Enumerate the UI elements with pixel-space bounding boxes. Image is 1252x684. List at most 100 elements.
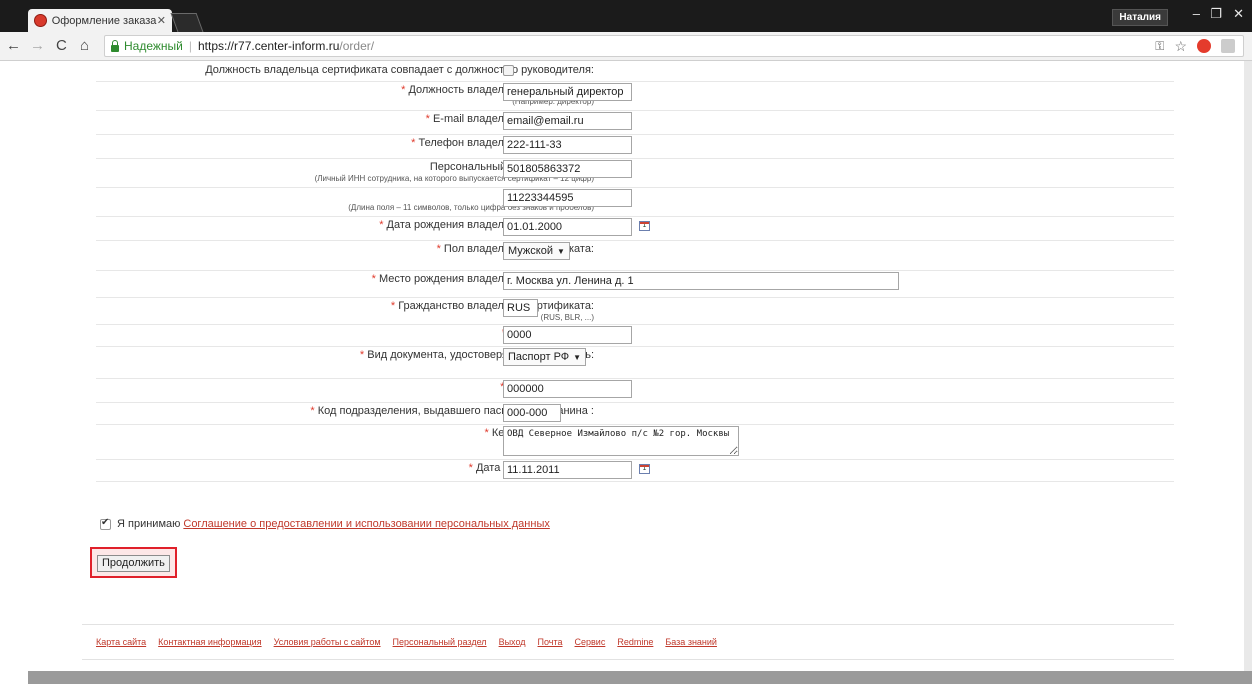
required-mark: * [484,427,489,439]
inn-input[interactable] [503,160,632,178]
same-position-checkbox[interactable] [503,65,514,76]
window-shadow [28,671,1252,684]
minimize-icon[interactable]: – [1193,6,1200,21]
omnibox-actions: ⚿ ☆ [1155,38,1243,55]
new-tab-button[interactable] [170,13,204,32]
value-birthplace [503,272,899,290]
required-mark: * [379,219,384,231]
label-same-position: Должность владельца сертификата совпадае… [205,64,594,77]
close-window-icon[interactable]: ✕ [1233,6,1244,22]
title-bar: Оформление заказа. Эл ✕ Наталия – ❐ ✕ [0,0,1252,32]
value-position [503,83,632,101]
form-row-birthdate: * Дата рождения владельца сертификата:1 [96,216,1174,241]
profile-button[interactable]: Наталия [1112,9,1168,26]
division-code-input[interactable] [503,404,561,422]
passport-series-input[interactable] [503,326,632,344]
issued-by-textarea[interactable]: ОВД Северное Измайлово п/с №2 гор. Москв… [503,426,739,456]
label-text: Гражданство владельца сертификата: [398,300,594,312]
form-row-doc-type: * Вид документа, удостоверяющего личност… [96,346,1174,379]
forward-icon[interactable]: → [30,37,45,54]
citizenship-input[interactable] [503,299,538,317]
label-hint: (RUS, BLR, ...) [540,313,594,322]
gender-select[interactable]: Мужской ▼ [503,242,570,260]
snils-input[interactable] [503,189,632,207]
address-bar[interactable]: Надежный | https://r77.center-inform.ru /… [104,35,1244,57]
value-issue-date: 1 [503,461,650,479]
doc-type-select[interactable]: Паспорт РФ ▼ [503,348,587,366]
value-inn [503,160,632,178]
required-mark: * [401,84,406,96]
calendar-icon[interactable]: 1 [639,221,650,231]
agreement-link[interactable]: Соглашение о предоставлении и использова… [183,518,549,530]
value-birthdate: 1 [503,218,650,236]
footer-link[interactable]: Персональный раздел [393,637,487,647]
footer-link[interactable]: Выход [499,637,526,647]
passport-number-input[interactable] [503,380,632,398]
required-mark: * [468,462,473,474]
form-row-issued-by: * Кем выдан паспорт:ОВД Северное Измайло… [96,424,1174,460]
footer-link[interactable]: База знаний [665,637,717,647]
value-snils [503,189,632,207]
label-text: Должность владельца сертификата совпадае… [205,64,594,76]
agreement-checkbox[interactable] [100,517,111,530]
chevron-down-icon: ▼ [556,247,565,256]
key-icon[interactable]: ⚿ [1155,39,1164,54]
footer-link[interactable]: Сервис [575,637,606,647]
calendar-icon[interactable]: 1 [639,464,650,474]
form-row-position: * Должность владельца сертификата: (Напри… [96,81,1174,111]
lock-icon [111,39,119,52]
required-mark: * [390,300,396,312]
reload-icon[interactable]: C [56,37,67,54]
scrollbar-track[interactable] [1244,61,1252,684]
browser-toolbar: ← → C ⌂ Надежный | https://r77.center-in… [0,32,1252,61]
tab-close-icon[interactable]: ✕ [157,14,166,27]
bookmark-star-icon[interactable]: ☆ [1174,38,1187,55]
extension-icon[interactable] [1197,39,1211,53]
value-division-code [503,404,561,422]
issue-date-input[interactable] [503,461,632,479]
required-mark: * [436,243,441,255]
back-icon[interactable]: ← [6,37,21,54]
pdf-extension-icon[interactable] [1221,39,1235,53]
value-phone [503,136,632,154]
form-row-issue-date: * Дата выдачи паспорта:1 [96,459,1174,482]
value-email [503,112,632,130]
tab-title: Оформление заказа. Эл [51,14,157,27]
footer-link[interactable]: Почта [538,637,563,647]
footer-link[interactable]: Контактная информация [158,637,261,647]
value-same-position [503,63,514,79]
browser-tab[interactable]: Оформление заказа. Эл ✕ [28,9,172,32]
position-input[interactable] [503,83,632,101]
footer-link[interactable]: Карта сайта [96,637,146,647]
form-row-gender: * Пол владельца сертификата:Мужской▼ [96,240,1174,271]
continue-button[interactable]: Продолжить [97,555,170,572]
form-row-email: * E-mail владельца сертификата: [96,110,1174,135]
maximize-icon[interactable]: ❐ [1210,6,1222,22]
form-row-passport-number: * Номер паспорта: [96,378,1174,403]
select-value: Мужской [508,245,553,257]
home-icon[interactable]: ⌂ [80,37,89,54]
email-input[interactable] [503,112,632,130]
continue-highlight: Продолжить [90,547,177,578]
agreement-prefix: Я принимаю [117,518,181,530]
secure-label: Надежный [124,39,183,53]
footer-divider-bottom [82,659,1174,660]
footer-link[interactable]: Redmine [617,637,653,647]
value-passport-number [503,380,632,398]
value-gender: Мужской ▼ [503,242,570,260]
form-row-passport-series: * Серия паспорта: [96,324,1174,347]
address-separator: | [188,39,192,53]
phone-input[interactable] [503,136,632,154]
value-issued-by: ОВД Северное Измайлово п/с №2 гор. Москв… [503,426,739,459]
required-mark: * [359,349,365,361]
birthplace-input[interactable] [503,272,899,290]
required-mark: * [371,273,376,285]
form-row-snils: * СНИЛС:(Длина поля – 11 символов, тольк… [96,187,1174,217]
site-favicon-icon [34,14,47,27]
footer-link[interactable]: Условия работы с сайтом [274,637,381,647]
form-row-phone: * Телефон владельца сертификата: [96,134,1174,159]
footer-links: Карта сайта Контактная информация Условия … [96,637,717,647]
birthdate-input[interactable] [503,218,632,236]
form-row-division-code: * Код подразделения, выдавшего паспорт г… [96,402,1174,425]
form-row-birthplace: * Место рождения владельца сертификата: [96,270,1174,298]
